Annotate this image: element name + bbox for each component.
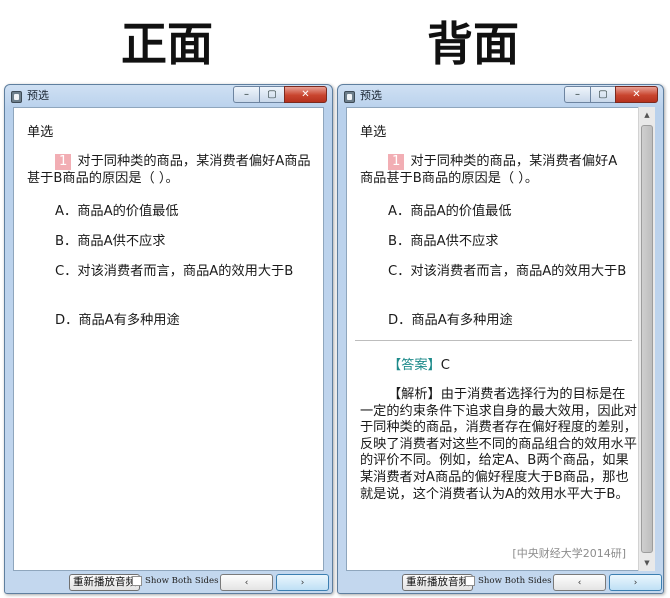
front-preview-window: 预选 – ▢ ✕ 单选 1 对于同种类的商品，某消费者偏好A商品甚于B商品的原因是…	[4, 84, 333, 594]
replay-audio-button[interactable]: 重新播放音频	[69, 574, 140, 591]
question-stem: 1 对于同种类的商品，某消费者偏好A商品甚于B商品的原因是（ ）。	[360, 153, 628, 187]
back-preview-window: 预选 – ▢ ✕ 单选 1 对于同种类的商品，某消费者偏好A商品甚于B商品的原因是…	[337, 84, 664, 594]
window-title: 预选	[27, 89, 49, 102]
window-controls: – ▢ ✕	[233, 86, 327, 103]
answer-explanation: 【解析】由于消费者选择行为的目标是在一定的约束条件下追求自身的最大效用，因此对于…	[360, 387, 637, 502]
minimize-button[interactable]: –	[233, 86, 259, 103]
option-d: D．商品A有多种用途	[388, 313, 513, 328]
chevron-right-icon: ›	[633, 577, 638, 588]
minimize-button[interactable]: –	[564, 86, 590, 103]
chevron-left-icon: ‹	[244, 577, 249, 588]
option-c: C．对该消费者而言，商品A的效用大于B	[388, 264, 627, 279]
question-number-badge: 1	[388, 154, 405, 170]
app-icon	[344, 91, 355, 103]
answer-line: 【答案】C	[360, 357, 640, 374]
bottom-toolbar: 重新播放音频 Show Both Sides ‹ ›	[5, 571, 332, 593]
card-content[interactable]: 单选 1 对于同种类的商品，某消费者偏好A商品甚于B商品的原因是（ ）。 A．商品…	[13, 107, 324, 571]
question-stem: 1 对于同种类的商品，某消费者偏好A商品甚于B商品的原因是（ ）。	[27, 153, 312, 187]
maximize-button[interactable]: ▢	[259, 86, 284, 103]
card-content[interactable]: 单选 1 对于同种类的商品，某消费者偏好A商品甚于B商品的原因是（ ）。 A．商品…	[346, 107, 655, 571]
bottom-toolbar: 重新播放音频 Show Both Sides ‹ ›	[338, 571, 663, 593]
close-button[interactable]: ✕	[615, 86, 658, 103]
show-both-sides-checkbox[interactable]	[465, 576, 475, 586]
maximize-button[interactable]: ▢	[590, 86, 615, 103]
chevron-left-icon: ‹	[577, 577, 582, 588]
window-title: 预选	[360, 89, 382, 102]
option-b: B．商品A供不应求	[55, 234, 166, 249]
answer-divider	[355, 340, 632, 341]
app-icon	[11, 91, 22, 103]
back-side-heading: 背面	[427, 17, 519, 71]
show-both-sides-label: Show Both Sides	[145, 576, 219, 586]
option-d: D．商品A有多种用途	[55, 313, 180, 328]
close-button[interactable]: ✕	[284, 86, 327, 103]
show-both-sides-checkbox[interactable]	[132, 576, 142, 586]
vertical-scrollbar[interactable]: ▲ ▼	[638, 107, 655, 571]
option-a: A．商品A的价值最低	[388, 204, 512, 219]
window-controls: – ▢ ✕	[564, 86, 658, 103]
previous-button[interactable]: ‹	[220, 574, 273, 591]
option-c: C．对该消费者而言，商品A的效用大于B	[55, 264, 294, 279]
question-type-label: 单选	[360, 125, 387, 140]
option-b: B．商品A供不应求	[388, 234, 499, 249]
question-type-label: 单选	[27, 125, 54, 140]
scroll-up-icon[interactable]: ▲	[639, 107, 655, 123]
title-bar[interactable]: 预选 – ▢ ✕	[338, 85, 663, 107]
scrollbar-thumb[interactable]	[641, 125, 653, 553]
front-side-heading: 正面	[121, 17, 213, 71]
previous-button[interactable]: ‹	[553, 574, 606, 591]
answer-value: C	[440, 358, 450, 373]
scroll-down-icon[interactable]: ▼	[639, 555, 655, 571]
chevron-right-icon: ›	[300, 577, 305, 588]
next-button[interactable]: ›	[609, 574, 662, 591]
option-a: A．商品A的价值最低	[55, 204, 179, 219]
answer-tag: 【答案】	[388, 358, 441, 373]
replay-audio-button[interactable]: 重新播放音频	[402, 574, 473, 591]
title-bar[interactable]: 预选 – ▢ ✕	[5, 85, 332, 107]
next-button[interactable]: ›	[276, 574, 329, 591]
show-both-sides-label: Show Both Sides	[478, 576, 552, 586]
question-source: [中央财经大学2014研]	[512, 547, 626, 560]
question-number-badge: 1	[55, 154, 72, 170]
